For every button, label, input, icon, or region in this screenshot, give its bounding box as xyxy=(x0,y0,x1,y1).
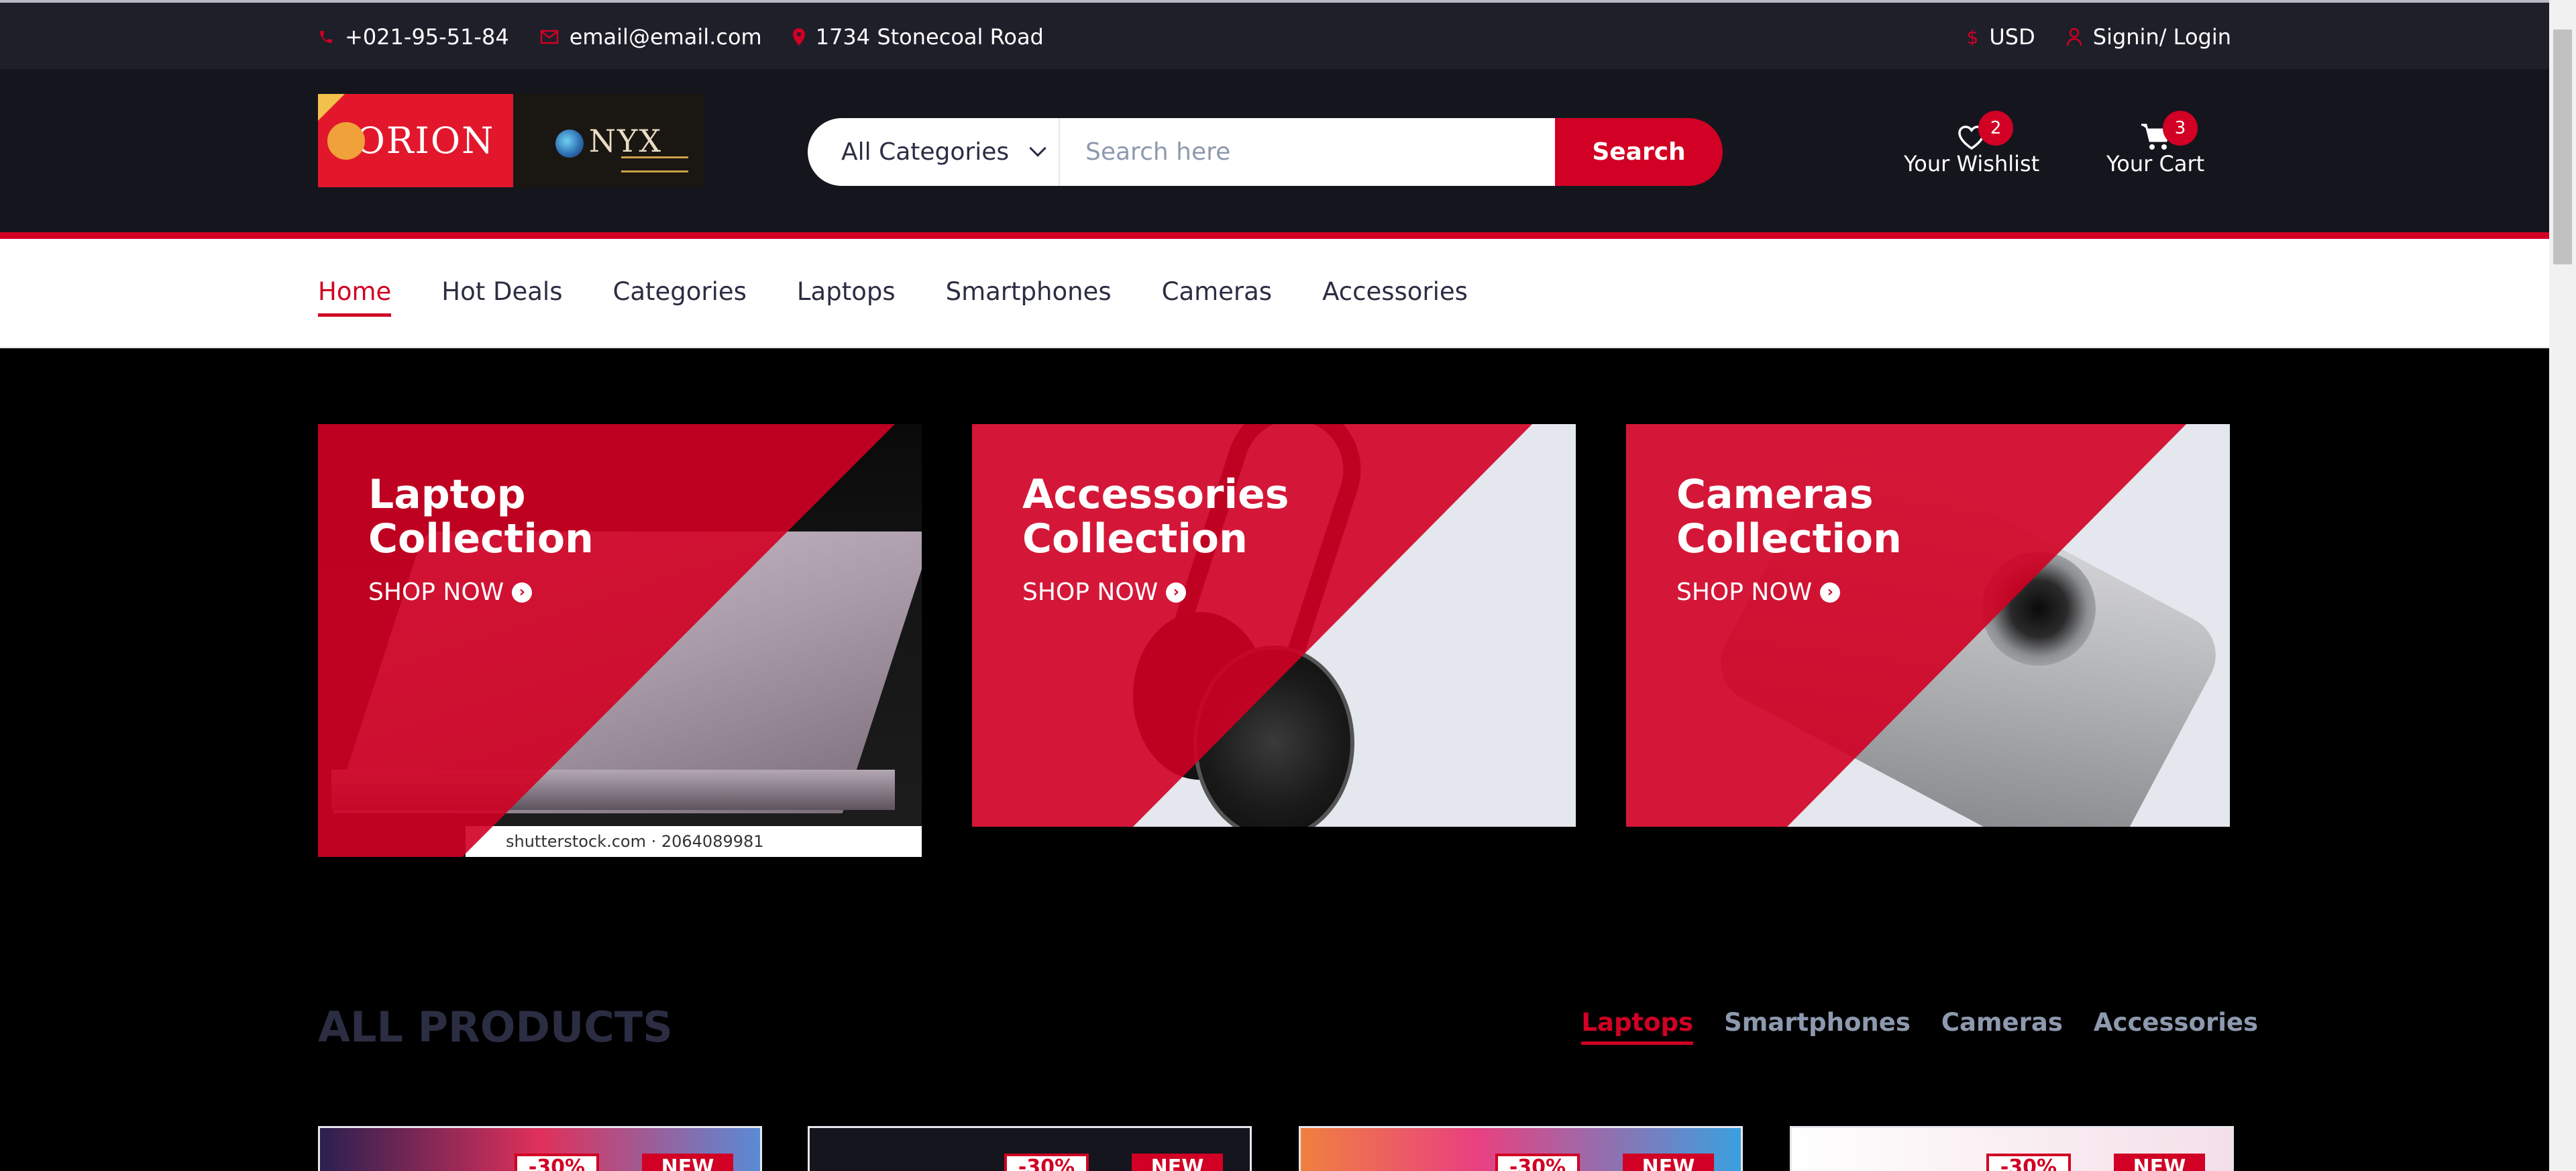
new-badge: NEW xyxy=(642,1154,733,1171)
collection-title: Cameras Collection xyxy=(1676,471,1902,562)
user-icon xyxy=(2066,28,2082,46)
nav-item-categories[interactable]: Categories xyxy=(612,277,746,313)
nav-item-accessories[interactable]: Accessories xyxy=(1322,277,1468,313)
logo-orion: ORION xyxy=(318,94,513,187)
category-select[interactable]: All Categories xyxy=(808,118,1060,186)
search-button[interactable]: Search xyxy=(1555,118,1723,186)
tab-laptops[interactable]: Laptops xyxy=(1581,1008,1693,1045)
logo-orion-text: ORION xyxy=(355,119,495,162)
email-text: email@email.com xyxy=(569,24,762,50)
login-link[interactable]: Signin/ Login xyxy=(2066,24,2231,50)
section-title: ALL PRODUCTS xyxy=(318,1003,673,1052)
currency-text: USD xyxy=(1989,24,2035,50)
phone-link[interactable]: +021-95-51-84 xyxy=(318,24,509,50)
shop-now-link[interactable]: SHOP NOW › xyxy=(368,578,533,606)
shopping-cart-icon: 3 xyxy=(2140,111,2198,151)
header-links-right: $ USD Signin/ Login xyxy=(1936,24,2231,50)
nav-item-cameras[interactable]: Cameras xyxy=(1162,277,1272,313)
heart-icon: 2 xyxy=(1957,111,2014,151)
product-card[interactable]: -30% NEW xyxy=(318,1126,762,1171)
address-text: 1734 Stonecoal Road xyxy=(815,24,1044,50)
nav-item-smartphones[interactable]: Smartphones xyxy=(946,277,1112,313)
collection-title: Accessories Collection xyxy=(1022,471,1289,562)
scrollbar-thumb[interactable] xyxy=(2553,30,2572,264)
logo-onyx-text: NYX xyxy=(555,123,662,159)
tab-accessories[interactable]: Accessories xyxy=(2094,1008,2258,1042)
collection-cameras[interactable]: Cameras Collection SHOP NOW › xyxy=(1626,424,2230,827)
dollar-icon: $ xyxy=(1966,26,1979,48)
cart-link[interactable]: 3 Your Cart xyxy=(2106,111,2205,176)
nav-list: Home Hot Deals Categories Laptops Smartp… xyxy=(318,277,1518,317)
main-header: ORION NYX All Categories Search 2 Your W… xyxy=(0,69,2549,239)
phone-icon xyxy=(318,29,334,45)
collection-accessories[interactable]: Accessories Collection SHOP NOW › xyxy=(972,424,1576,827)
tab-cameras[interactable]: Cameras xyxy=(1941,1008,2063,1042)
sale-badge: -30% xyxy=(1495,1154,1580,1171)
shop-now-link[interactable]: SHOP NOW › xyxy=(1022,578,1187,606)
product-card[interactable]: -30% NEW xyxy=(808,1126,1252,1171)
category-select-value: All Categories xyxy=(841,138,1010,166)
main-navigation: Home Hot Deals Categories Laptops Smartp… xyxy=(0,239,2549,348)
phone-text: +021-95-51-84 xyxy=(345,24,509,50)
arrow-circle-right-icon: › xyxy=(1166,582,1187,603)
site-logo[interactable]: ORION NYX xyxy=(318,94,703,187)
globe-icon xyxy=(555,129,584,158)
new-badge: NEW xyxy=(2114,1154,2205,1171)
sale-badge: -30% xyxy=(1986,1154,2071,1171)
nav-item-hot-deals[interactable]: Hot Deals xyxy=(441,277,562,313)
new-badge: NEW xyxy=(1623,1154,1714,1171)
arrow-circle-right-icon: › xyxy=(512,582,533,603)
search-input[interactable] xyxy=(1060,118,1555,186)
nav-item-home[interactable]: Home xyxy=(318,277,392,317)
nav-item-laptops[interactable]: Laptops xyxy=(797,277,896,313)
sale-badge: -30% xyxy=(515,1154,599,1171)
map-marker-icon xyxy=(792,28,805,46)
shop-now-link[interactable]: SHOP NOW › xyxy=(1676,578,1841,606)
cart-label: Your Cart xyxy=(2106,151,2205,176)
envelope-icon xyxy=(540,30,559,44)
cart-count-badge: 3 xyxy=(2163,111,2198,146)
email-link[interactable]: email@email.com xyxy=(540,24,762,50)
collection-title: Laptop Collection xyxy=(368,471,594,562)
currency-link[interactable]: $ USD xyxy=(1967,24,2035,50)
product-card[interactable]: -30% NEW xyxy=(1299,1126,1743,1171)
product-card[interactable]: -30% NEW xyxy=(1790,1126,2234,1171)
page-scrollbar[interactable] xyxy=(2549,0,2576,1171)
lion-emblem-icon xyxy=(327,122,365,160)
wishlist-label: Your Wishlist xyxy=(1904,151,2040,176)
sale-badge: -30% xyxy=(1004,1154,1089,1171)
login-text: Signin/ Login xyxy=(2092,24,2231,50)
collection-laptop[interactable]: shutterstock.com · 2064089981 Laptop Col… xyxy=(318,424,922,857)
top-header: +021-95-51-84 email@email.com 1734 Stone… xyxy=(0,0,2549,69)
product-tabs: Laptops Smartphones Cameras Accessories xyxy=(1550,1008,2258,1045)
header-links-left: +021-95-51-84 email@email.com 1734 Stone… xyxy=(318,24,1075,50)
tab-smartphones[interactable]: Smartphones xyxy=(1724,1008,1911,1042)
chevron-down-icon xyxy=(1029,140,1046,157)
search-form: All Categories Search xyxy=(808,118,1723,186)
new-badge: NEW xyxy=(1132,1154,1223,1171)
arrow-circle-right-icon: › xyxy=(1820,582,1841,603)
wishlist-count-badge: 2 xyxy=(1978,111,2014,146)
address-link[interactable]: 1734 Stonecoal Road xyxy=(792,24,1044,50)
logo-onyx: NYX xyxy=(514,94,703,187)
wishlist-link[interactable]: 2 Your Wishlist xyxy=(1904,111,2040,176)
